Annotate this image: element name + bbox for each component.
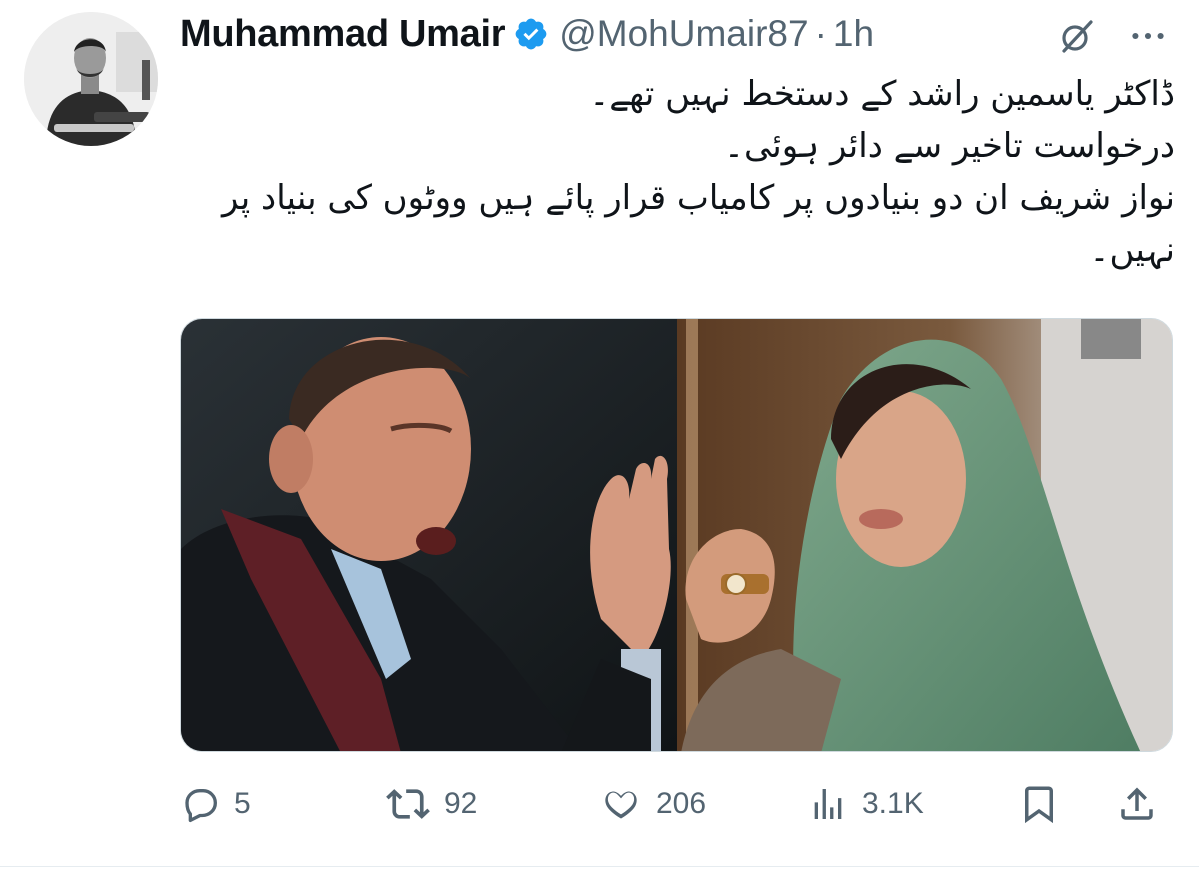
tweet-media[interactable]	[180, 318, 1173, 752]
tweet-header: Muhammad Umair @MohUmair87 · 1h	[180, 8, 874, 60]
user-handle[interactable]: @MohUmair87	[559, 13, 808, 55]
photo-collage	[181, 319, 1172, 751]
reply-icon	[180, 784, 220, 824]
timestamp[interactable]: 1h	[833, 13, 874, 55]
share-button[interactable]	[1116, 772, 1158, 836]
tweet-card[interactable]: Muhammad Umair @MohUmair87 · 1h ڈاکٹر یا…	[0, 0, 1199, 873]
display-name[interactable]: Muhammad Umair	[180, 13, 506, 56]
avatar[interactable]	[24, 12, 158, 146]
retweet-icon	[386, 782, 430, 826]
like-button[interactable]: 206	[600, 772, 706, 836]
tweet-text: ڈاکٹر یاسمین راشد کے دستخط نہیں تھے۔ درخ…	[182, 68, 1175, 276]
action-bar: 5 92 206 3.1K	[180, 772, 1173, 836]
views-icon	[808, 784, 848, 824]
tweet-line-2: درخواست تاخیر سے دائر ہوئی۔	[724, 126, 1175, 166]
verified-badge-icon[interactable]	[513, 16, 549, 52]
bottom-divider	[0, 866, 1199, 867]
tweet-line-3: نواز شریف ان دو بنیادوں پر کامیاب قرار پ…	[222, 178, 1175, 270]
reply-count: 5	[234, 787, 251, 820]
grok-icon[interactable]	[1055, 14, 1099, 58]
more-icon[interactable]	[1124, 14, 1172, 58]
avatar-image	[24, 12, 158, 146]
share-icon	[1116, 783, 1158, 825]
retweet-button[interactable]: 92	[386, 772, 477, 836]
views-button[interactable]: 3.1K	[808, 772, 924, 836]
bookmark-icon	[1018, 783, 1060, 825]
retweet-count: 92	[444, 787, 478, 820]
reply-button[interactable]: 5	[180, 772, 251, 836]
tweet-line-1: ڈاکٹر یاسمین راشد کے دستخط نہیں تھے۔	[589, 74, 1175, 114]
header-separator: ·	[814, 13, 827, 54]
view-count: 3.1K	[862, 787, 924, 820]
heart-icon	[600, 783, 642, 825]
like-count: 206	[656, 787, 707, 820]
bookmark-button[interactable]	[1018, 772, 1060, 836]
